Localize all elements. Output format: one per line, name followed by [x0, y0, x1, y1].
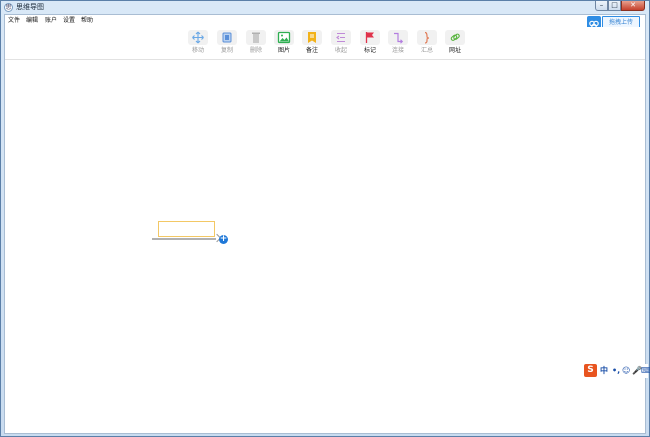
ime-toolbar: S 中 •, ☺ 🎤 ⌨: [584, 364, 650, 378]
ime-emoji-icon[interactable]: ☺: [622, 365, 630, 376]
tool-link[interactable]: 网址: [443, 30, 467, 55]
tool-image[interactable]: 图片: [272, 30, 296, 55]
tool-flag[interactable]: 标记: [358, 30, 382, 55]
client-area: 文件 编辑 账户 设置 帮助 拖拽上传 移动 复制 删除 图片 备注 收起 标记…: [4, 14, 646, 434]
app-window: 思 思维导图 – □ ✕ 文件 编辑 账户 设置 帮助 拖拽上传 移动 复制 删…: [0, 0, 650, 437]
move-icon: [188, 30, 208, 45]
menu-help[interactable]: 帮助: [81, 16, 93, 25]
connect-icon: [388, 30, 408, 45]
menu-edit[interactable]: 编辑: [26, 16, 38, 25]
tool-collapse[interactable]: 收起: [329, 30, 353, 55]
ime-keyboard-icon[interactable]: ⌨: [641, 365, 650, 376]
add-child-button[interactable]: +: [219, 235, 228, 244]
app-icon: 思: [4, 3, 13, 12]
node-underline: [152, 238, 216, 240]
ime-punctuation-icon[interactable]: •,: [612, 365, 620, 376]
trash-icon: [246, 30, 266, 45]
menu-bar: 文件 编辑 账户 设置 帮助: [5, 15, 645, 26]
title-bar[interactable]: 思 思维导图 – □ ✕: [1, 1, 649, 14]
copy-icon: [217, 30, 237, 45]
menu-account[interactable]: 账户: [45, 16, 57, 25]
tool-summary-label: 汇总: [420, 47, 433, 54]
tool-move[interactable]: 移动: [186, 30, 210, 55]
menu-settings[interactable]: 设置: [63, 16, 75, 25]
mindmap-canvas[interactable]: +: [5, 60, 645, 433]
flag-icon: [360, 30, 380, 45]
window-title: 思维导图: [16, 3, 44, 11]
tool-link-label: 网址: [448, 47, 461, 54]
note-icon: [302, 30, 322, 45]
ime-chinese-toggle[interactable]: 中: [600, 365, 608, 376]
sogou-logo-icon[interactable]: S: [584, 364, 597, 377]
image-icon: [274, 30, 294, 45]
tool-move-label: 移动: [191, 47, 204, 54]
tool-connect[interactable]: 连接: [386, 30, 410, 55]
tool-collapse-label: 收起: [334, 47, 347, 54]
tool-note[interactable]: 备注: [300, 30, 324, 55]
collapse-icon: [331, 30, 351, 45]
minimize-button[interactable]: –: [595, 1, 608, 11]
summary-icon: [417, 30, 437, 45]
tool-copy[interactable]: 复制: [215, 30, 239, 55]
tool-flag-label: 标记: [363, 47, 376, 54]
link-icon: [445, 30, 465, 45]
toolbar: 移动 复制 删除 图片 备注 收起 标记 连接 汇总 网址: [5, 27, 645, 60]
tool-delete-label: 删除: [249, 47, 262, 54]
close-button[interactable]: ✕: [621, 1, 645, 11]
maximize-button[interactable]: □: [608, 1, 621, 11]
tool-connect-label: 连接: [391, 47, 404, 54]
tool-image-label: 图片: [277, 47, 290, 54]
tool-summary[interactable]: 汇总: [415, 30, 439, 55]
root-node[interactable]: [158, 221, 215, 237]
tool-note-label: 备注: [305, 47, 318, 54]
tool-delete[interactable]: 删除: [244, 30, 268, 55]
menu-file[interactable]: 文件: [8, 16, 20, 25]
tool-copy-label: 复制: [220, 47, 233, 54]
